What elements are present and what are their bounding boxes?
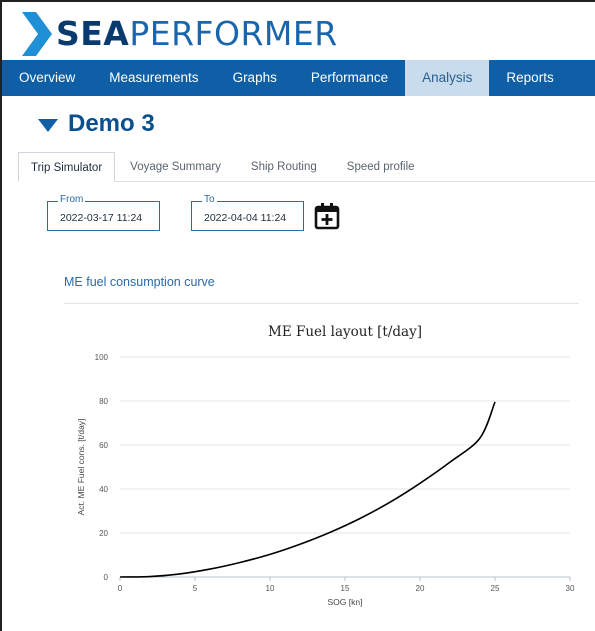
nav-measurements[interactable]: Measurements [92, 60, 215, 96]
calendar-plus-icon[interactable] [313, 201, 341, 231]
chart-title: ME Fuel layout [t/day] [268, 324, 422, 340]
fuel-chart: ME Fuel layout [t/day] 0 20 40 60 80 100 0 5 10 15… [64, 312, 595, 631]
page-title-row[interactable]: Demo 3 [38, 110, 155, 138]
main-nav: Overview Measurements Graphs Performance… [2, 60, 595, 96]
tab-voyage-summary[interactable]: Voyage Summary [115, 152, 236, 182]
nav-analysis[interactable]: Analysis [405, 60, 490, 96]
nav-reports[interactable]: Reports [489, 60, 570, 96]
brand-logo-icon [22, 12, 52, 56]
section-title: ME fuel consumption curve [64, 275, 215, 289]
x-tick-label: 0 [118, 584, 123, 593]
collapse-triangle-icon[interactable] [38, 118, 58, 132]
y-tick-label: 20 [99, 529, 108, 538]
y-tick-label: 100 [95, 353, 109, 362]
x-tick-label: 20 [416, 584, 425, 593]
page-title: Demo 3 [68, 110, 155, 137]
x-tick-label: 10 [266, 584, 275, 593]
x-tick-label: 25 [491, 584, 500, 593]
from-date-field[interactable]: From 2022-03-17 11:24 [47, 194, 160, 231]
tab-ship-routing[interactable]: Ship Routing [236, 152, 332, 182]
y-tick-label: 80 [99, 397, 108, 406]
y-tick-label: 60 [99, 441, 108, 450]
y-tick-label: 0 [104, 573, 109, 582]
x-tick-label: 15 [341, 584, 350, 593]
brand-name-bold: SEA [56, 14, 130, 53]
x-tick-label: 30 [566, 584, 575, 593]
tab-speed-profile[interactable]: Speed profile [332, 152, 430, 182]
from-date-label: From [58, 194, 86, 206]
fuel-chart-svg: ME Fuel layout [t/day] 0 20 40 60 80 100 0 5 10 15… [76, 324, 575, 607]
from-date-value: 2022-03-17 11:24 [60, 212, 143, 224]
brand-name-thin: PERFORMER [129, 14, 338, 53]
to-date-value: 2022-04-04 11:24 [204, 212, 287, 224]
brand-logo[interactable]: SEAPERFORMER [56, 14, 338, 53]
to-date-field[interactable]: To 2022-04-04 11:24 [191, 194, 304, 231]
x-tick-label: 5 [193, 584, 198, 593]
y-tick-label: 40 [99, 485, 108, 494]
app-header: SEAPERFORMER [2, 2, 595, 60]
tab-trip-simulator[interactable]: Trip Simulator [18, 152, 116, 182]
analysis-tabs: Trip Simulator Voyage Summary Ship Routi… [18, 152, 595, 182]
nav-graphs[interactable]: Graphs [216, 60, 294, 96]
to-date-label: To [202, 194, 217, 206]
x-axis-label: SOG [kn] [328, 597, 363, 607]
nav-performance[interactable]: Performance [294, 60, 405, 96]
y-axis-label: Act. ME Fuel cons. [t/day] [76, 419, 86, 516]
section-divider [64, 303, 579, 304]
nav-overview[interactable]: Overview [2, 60, 92, 96]
